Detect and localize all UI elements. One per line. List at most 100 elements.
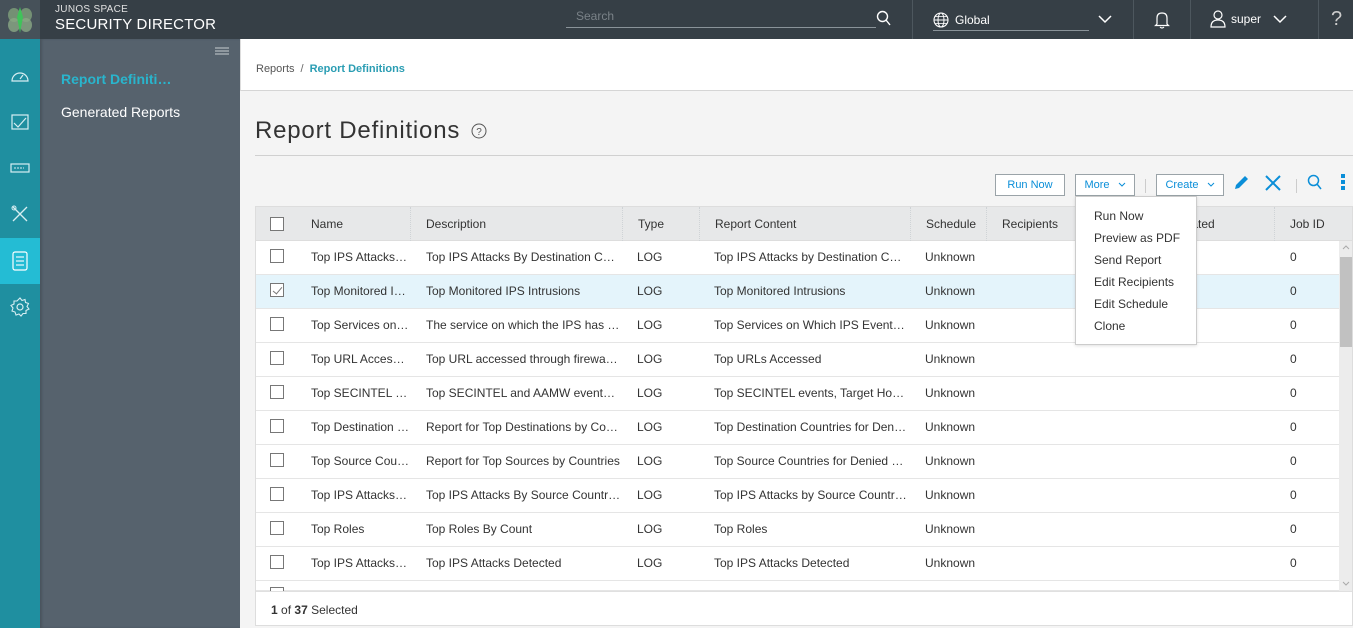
table-row[interactable]: Top Destination … Report for Top Destinat… [256,411,1339,445]
logo[interactable] [0,0,40,39]
vertical-scrollbar[interactable] [1339,241,1352,591]
cell-job-id: 0 [1290,352,1297,366]
table-row[interactable]: Top URL Acces… Top URL accessed through f… [256,343,1339,377]
menu-item-edit-recipients[interactable]: Edit Recipients [1076,271,1196,293]
help-circle-icon[interactable]: ? [471,123,487,139]
cell-last-generated [1132,479,1272,513]
subnav-generated-reports[interactable]: Generated Reports [61,104,180,120]
cell-type: LOG [637,556,663,570]
cell-job-id: 0 [1290,522,1297,536]
cell-last-generated [1132,377,1272,411]
row-checkbox[interactable] [270,521,284,535]
menu-item-preview-pdf[interactable]: Preview as PDF [1076,227,1196,249]
subnav-report-definitions[interactable]: Report Definiti… [61,71,171,87]
brand: JUNOS SPACE SECURITY DIRECTOR [55,5,216,33]
cell-type: LOG [637,454,663,468]
user-icon [1210,10,1226,28]
svg-text:?: ? [476,127,482,138]
nav-administration[interactable] [0,284,40,330]
select-all-checkbox[interactable] [270,217,284,231]
menu-item-edit-schedule[interactable]: Edit Schedule [1076,293,1196,315]
menu-item-run-now[interactable]: Run Now [1076,205,1196,227]
create-button[interactable]: Create [1156,174,1224,196]
row-checkbox[interactable] [270,249,284,263]
more-vertical-icon[interactable] [1340,173,1346,191]
selected-count: 1 [271,603,278,617]
delete-x-icon[interactable] [1264,174,1282,192]
search-icon[interactable] [1307,174,1323,190]
cell-recipients [1002,377,1112,411]
row-checkbox[interactable] [270,283,284,297]
cell-schedule: Unknown [925,556,976,570]
domain-selector[interactable]: Global [933,9,1089,31]
cell-last-generated [1132,547,1272,581]
nav-reports[interactable] [0,238,40,284]
top-bar: JUNOS SPACE SECURITY DIRECTOR Global sup… [0,0,1353,39]
table-row[interactable]: Top IPS Attacks… Top IPS Attacks Detected… [256,547,1339,581]
cell-name: Top Destination … [311,420,410,434]
help-button[interactable]: ? [1331,8,1342,31]
column-header-report-content[interactable]: Report Content [700,207,911,241]
nav-configure[interactable] [0,191,40,237]
cell-report-content: Top Roles [714,522,768,536]
cell-schedule: Unknown [925,352,976,366]
menu-item-clone[interactable]: Clone [1076,315,1196,337]
global-search-input[interactable] [566,6,876,26]
selection-count: 1 of 37 Selected [271,603,358,617]
nav-dashboard[interactable] [0,53,40,99]
scroll-up-icon[interactable] [1342,244,1350,250]
table-row[interactable]: Top IPS Attacks… Top IPS Attacks By Sourc… [256,479,1339,513]
column-header-name[interactable]: Name [296,207,411,241]
cell-type: LOG [637,386,663,400]
nav-devices[interactable] [0,145,40,191]
breadcrumb-reports[interactable]: Reports [256,63,295,75]
column-header-job-id[interactable]: Job ID [1275,207,1352,241]
cell-job-id: 0 [1290,386,1297,400]
run-now-button[interactable]: Run Now [995,174,1065,196]
cell-description: Top IPS Attacks Detected [426,556,562,570]
cell-name: Top SECINTEL … [311,386,408,400]
cell-recipients [1002,547,1112,581]
cell-name: Top Source Cou… [311,454,410,468]
row-checkbox[interactable] [270,453,284,467]
bell-icon[interactable] [1153,11,1171,29]
cell-report-content: Top IPS Attacks Detected [714,556,850,570]
cell-description: Top IPS Attacks By Source Countr… [426,488,621,502]
cell-job-id: 0 [1290,420,1297,434]
row-checkbox[interactable] [270,555,284,569]
cell-schedule: Unknown [925,318,976,332]
hamburger-icon[interactable] [215,46,229,56]
row-checkbox[interactable] [270,317,284,331]
user-menu[interactable]: super [1210,10,1287,28]
cell-report-content: Top URLs Accessed [714,352,822,366]
scroll-down-icon[interactable] [1342,581,1350,587]
table-row[interactable]: Top Roles Top Roles By Count LOG Top Roles U… [256,513,1339,547]
menu-item-send-report[interactable]: Send Report [1076,249,1196,271]
cell-type: LOG [637,420,663,434]
gear-icon [10,297,30,317]
search-icon[interactable] [876,10,892,26]
cell-report-content: Top Source Countries for Denied … [714,454,904,468]
run-now-label: Run Now [1007,179,1053,191]
edit-pencil-icon[interactable] [1232,174,1250,192]
selected-suffix: Selected [311,603,358,617]
nav-monitor[interactable] [0,99,40,145]
column-header-type[interactable]: Type [623,207,700,241]
row-checkbox[interactable] [270,351,284,365]
row-checkbox[interactable] [270,487,284,501]
column-header-schedule[interactable]: Schedule [911,207,987,241]
cell-name: Top Services on… [311,318,409,332]
cell-name: Top IPS Attacks… [311,488,408,502]
cell-job-id: 0 [1290,250,1297,264]
chevron-down-icon[interactable] [1098,14,1112,24]
breadcrumb-current: Report Definitions [309,63,405,75]
table-row[interactable]: Top Source Cou… Report for Top Sources by… [256,445,1339,479]
scrollbar-thumb[interactable] [1340,257,1352,347]
row-checkbox[interactable] [270,419,284,433]
row-checkbox[interactable] [270,385,284,399]
table-row[interactable]: Top SECINTEL … Top SECINTEL and AAMW even… [256,377,1339,411]
more-button[interactable]: More [1075,174,1135,196]
cell-last-generated [1132,445,1272,479]
column-header-description[interactable]: Description [411,207,623,241]
divider [1190,0,1191,39]
